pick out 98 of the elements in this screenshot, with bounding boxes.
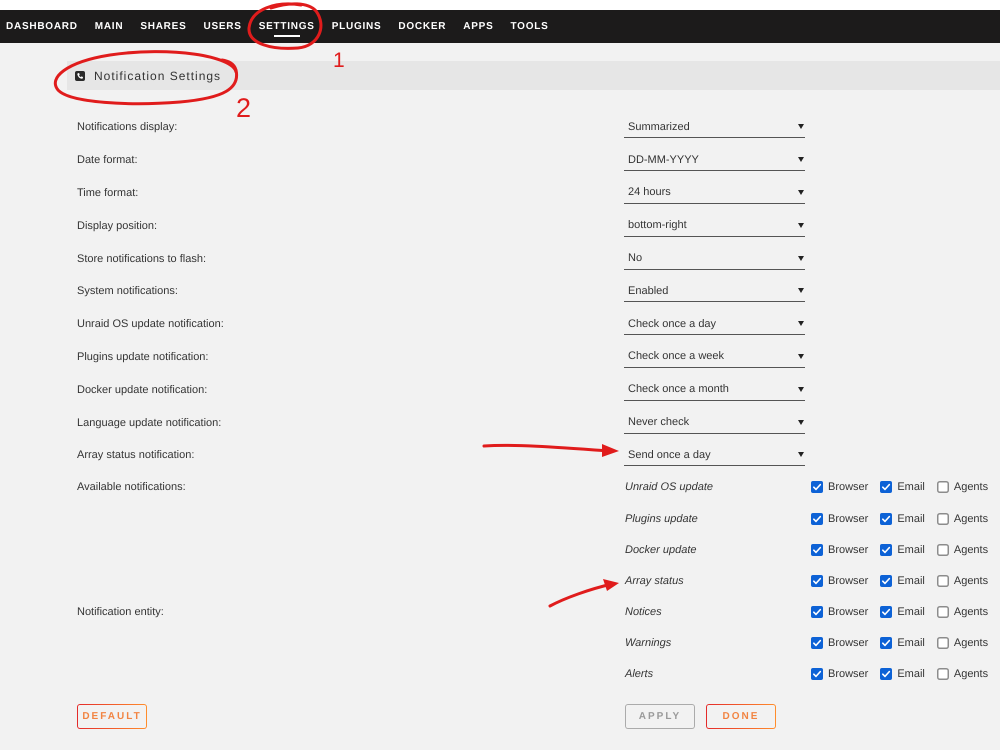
dropdown[interactable]: No [624,248,805,270]
checkbox-label: Agents [954,512,988,525]
checkbox-label: Email [897,606,925,618]
nav-tab[interactable]: MAIN [94,16,124,37]
checkbox[interactable] [936,574,949,587]
nav-tab[interactable]: APPS [463,16,494,37]
nav-tab[interactable]: SETTINGS [258,16,315,37]
phone-icon [75,70,85,80]
checkbox-label: Email [897,544,925,556]
nav-tab[interactable]: PLUGINS [332,16,382,37]
notification-type-label: Array status [625,574,684,587]
checkbox-label: Browser [828,512,868,525]
caret-icon [798,256,804,261]
setting-label: Language update notification: [77,416,222,429]
checkbox[interactable] [811,606,823,618]
caret-icon [798,354,804,359]
caret-icon [798,321,804,326]
checkbox[interactable] [811,512,823,525]
checkbox-label: Agents [954,668,988,680]
dropdown[interactable]: Enabled [624,280,805,302]
setting-label: System notifications: [77,285,178,298]
caret-icon [798,222,804,228]
checkbox-label: Email [897,574,925,587]
dropdown[interactable]: Check once a week [624,346,805,368]
checkbox[interactable] [880,668,892,680]
setting-label: Notification entity: [77,605,164,620]
checkbox[interactable] [811,668,823,680]
setting-label: Date format: [77,154,138,166]
caret-icon [798,452,804,458]
checkbox-label: Email [897,637,925,650]
setting-label: Docker update notification: [77,384,208,396]
dropdown[interactable]: Summarized [624,116,805,138]
setting-label: Unraid OS update notification: [77,318,224,330]
setting-label: Time format: [77,186,138,199]
nav-tab[interactable]: TOOLS [510,16,549,37]
checkbox-label: Browser [828,668,868,680]
setting-label: Store notifications to flash: [77,252,206,265]
checkbox[interactable] [936,606,949,618]
caret-icon [798,288,804,294]
checkbox[interactable] [880,512,892,525]
setting-label: Notifications display: [77,121,178,134]
caret-icon [798,157,804,162]
setting-label: Array status notification: [77,449,194,462]
nav-tab[interactable]: USERS [204,16,242,37]
checkbox[interactable] [811,637,823,650]
dropdown[interactable]: Send once a day [624,444,805,466]
checkbox[interactable] [811,481,823,494]
notification-type-label: Unraid OS update [625,481,714,494]
checkbox-label: Browser [828,481,868,494]
checkbox-label: Email [897,512,925,525]
checkbox-label: Browser [828,574,868,587]
checkbox-label: Agents [954,481,988,494]
checkbox[interactable] [880,637,892,650]
nav-tab[interactable]: SHARES [140,16,186,37]
setting-label: Plugins update notification: [77,350,208,363]
checkbox-label: Agents [954,574,988,587]
checkbox-label: Browser [828,637,868,650]
caret-icon [798,190,804,195]
nav-tab[interactable]: DOCKER [398,16,446,37]
annotation-number: 1 [333,50,345,71]
setting-label: Display position: [77,220,158,232]
caret-icon [798,386,804,392]
caret-icon [798,124,804,130]
dropdown[interactable]: Never check [624,412,805,434]
nav-tab[interactable]: DASHBOARD [6,16,78,37]
checkbox-label: Browser [828,606,868,618]
setting-label: Available notifications: [77,480,186,496]
dropdown[interactable]: 24 hours [624,182,805,204]
checkbox[interactable] [811,574,823,587]
checkbox-label: Email [897,481,925,494]
checkbox-label: Agents [954,544,988,556]
checkbox[interactable] [811,544,823,556]
annotation-number: 2 [236,95,252,122]
checkbox[interactable] [936,637,949,650]
dropdown[interactable]: Check once a day [624,313,805,336]
notification-type-label: Docker update [625,544,697,556]
dropdown[interactable]: DD-MM-YYYY [624,149,805,172]
checkbox[interactable] [880,606,892,618]
checkbox-label: Email [897,668,925,680]
dropdown[interactable]: bottom-right [624,214,805,237]
notification-type-label: Warnings [625,637,672,650]
checkbox-label: Browser [828,544,868,556]
checkbox[interactable] [880,544,892,556]
dropdown[interactable]: Check once a month [624,378,805,401]
checkbox[interactable] [936,481,949,494]
notification-type-label: Plugins update [625,512,698,525]
section-title: Notification Settings [94,68,222,82]
checkbox[interactable] [936,544,949,556]
notification-type-label: Alerts [625,668,654,680]
checkbox[interactable] [936,512,949,525]
checkbox[interactable] [936,668,949,680]
checkbox-label: Agents [954,606,988,618]
checkbox-label: Agents [954,637,988,650]
checkbox[interactable] [880,574,892,587]
caret-icon [798,420,804,425]
notification-type-label: Notices [625,606,662,618]
checkbox[interactable] [880,481,892,494]
hand-drawn-arrow [548,579,619,608]
